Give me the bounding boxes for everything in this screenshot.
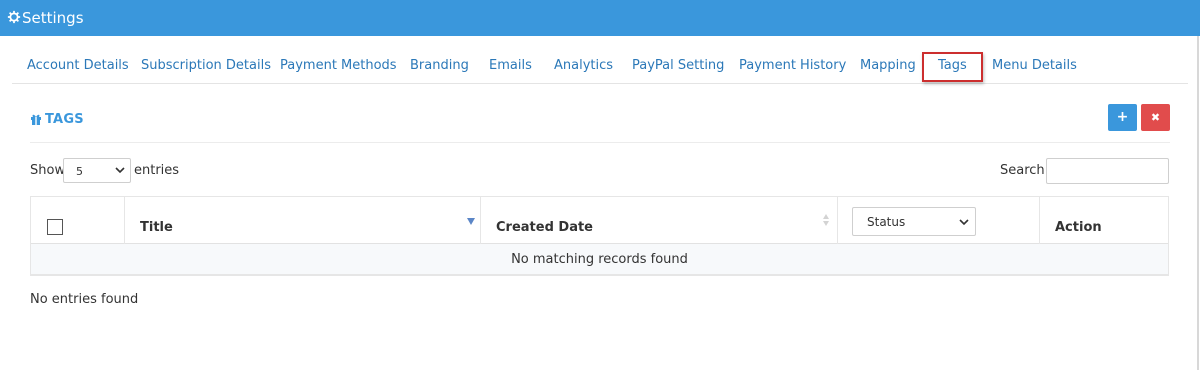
gift-icon bbox=[31, 114, 41, 125]
tab-analytics[interactable]: Analytics bbox=[554, 58, 613, 73]
plus-icon: + bbox=[1116, 109, 1129, 125]
chevron-down-icon bbox=[115, 167, 125, 174]
tab-paypal-setting[interactable]: PayPal Setting bbox=[632, 58, 724, 73]
tab-emails[interactable]: Emails bbox=[489, 58, 532, 73]
gear-icon bbox=[7, 10, 21, 24]
column-created-date-label: Created Date bbox=[496, 220, 593, 235]
settings-tabs: Account Details Subscription Details Pay… bbox=[12, 44, 1188, 84]
select-all-checkbox[interactable] bbox=[47, 219, 63, 235]
entries-per-page-value: 5 bbox=[76, 165, 83, 178]
empty-table-row: No matching records found bbox=[31, 244, 1168, 275]
tab-payment-methods[interactable]: Payment Methods bbox=[280, 58, 397, 73]
tab-branding[interactable]: Branding bbox=[410, 58, 469, 73]
page-title: Settings bbox=[22, 9, 84, 27]
status-filter-select[interactable]: Status bbox=[852, 207, 976, 236]
entries-per-page-select[interactable]: 5 bbox=[63, 158, 131, 183]
show-label: Show bbox=[30, 163, 66, 178]
tab-menu-details[interactable]: Menu Details bbox=[992, 58, 1077, 73]
column-title-label: Title bbox=[140, 220, 173, 235]
entries-label: entries bbox=[134, 163, 180, 178]
tab-account-details[interactable]: Account Details bbox=[27, 58, 129, 73]
sort-icon bbox=[823, 214, 829, 226]
column-title[interactable]: Title bbox=[125, 197, 481, 244]
column-action-label: Action bbox=[1055, 220, 1102, 235]
table-header: Title Created Date Status Action bbox=[31, 197, 1168, 244]
delete-tag-button[interactable]: ✖ bbox=[1141, 104, 1170, 131]
add-tag-button[interactable]: + bbox=[1108, 104, 1137, 131]
table-info: No entries found bbox=[30, 292, 139, 307]
tab-tags[interactable]: Tags bbox=[938, 58, 967, 73]
section-title-label: TAGS bbox=[45, 112, 84, 127]
search-input[interactable] bbox=[1046, 158, 1169, 184]
tab-payment-history[interactable]: Payment History bbox=[739, 58, 846, 73]
chevron-down-icon bbox=[959, 219, 969, 226]
settings-header: Settings bbox=[0, 0, 1200, 36]
sort-desc-icon bbox=[467, 218, 475, 225]
column-action: Action bbox=[1040, 197, 1168, 244]
search-label: Search: bbox=[1000, 163, 1050, 178]
section-divider bbox=[30, 142, 1170, 143]
close-icon: ✖ bbox=[1150, 111, 1161, 124]
tab-subscription-details[interactable]: Subscription Details bbox=[141, 58, 271, 73]
panel-border bbox=[1197, 36, 1199, 370]
tags-table: Title Created Date Status Action No matc… bbox=[30, 196, 1169, 276]
status-filter-value: Status bbox=[867, 215, 906, 229]
select-all-column bbox=[31, 197, 125, 244]
tab-mapping[interactable]: Mapping bbox=[860, 58, 916, 73]
column-status: Status bbox=[838, 197, 1040, 244]
column-created-date[interactable]: Created Date bbox=[481, 197, 838, 244]
